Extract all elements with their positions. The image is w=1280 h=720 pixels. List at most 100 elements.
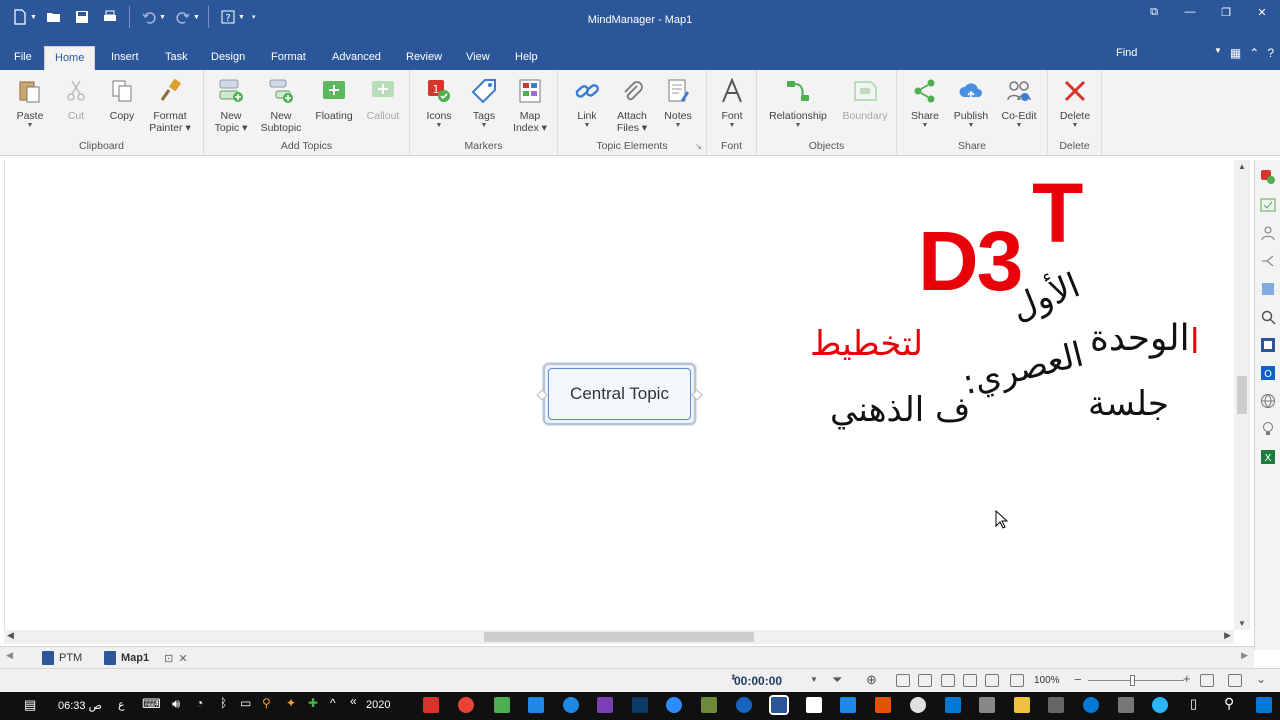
- outlook-icon[interactable]: O: [1259, 364, 1277, 382]
- edge-taskbar-icon[interactable]: [1083, 697, 1099, 713]
- copy-button[interactable]: Copy: [98, 76, 146, 136]
- fit-map-icon[interactable]: [896, 674, 910, 687]
- notifications-icon[interactable]: ▤: [24, 697, 36, 713]
- link-button[interactable]: Link ▼: [563, 76, 611, 136]
- close-tab-icon[interactable]: ✕: [178, 652, 187, 665]
- layout-options-icon[interactable]: ▦: [1230, 46, 1241, 60]
- scroll-up-icon[interactable]: ▲: [1238, 162, 1246, 171]
- mindmanager-taskbar-icon[interactable]: [769, 695, 789, 715]
- library-pane-icon[interactable]: [1259, 280, 1277, 298]
- markers-pane-icon[interactable]: [1259, 168, 1277, 186]
- scroll-left-icon[interactable]: ◀: [7, 630, 14, 641]
- web-globe-icon[interactable]: [1259, 392, 1277, 410]
- help-icon[interactable]: ?: [216, 6, 240, 28]
- new-file-icon[interactable]: [8, 6, 32, 28]
- onenote-taskbar-icon[interactable]: [597, 697, 613, 713]
- app-tray-icon[interactable]: ✦: [286, 696, 296, 710]
- zoom-out-icon[interactable]: −: [1074, 672, 1082, 687]
- attach-files-button[interactable]: Attach Files ▾: [608, 76, 656, 136]
- publish-button[interactable]: Publish ▼: [947, 76, 995, 136]
- map-index-button[interactable]: Map Index ▾: [506, 76, 554, 136]
- outlook-taskbar-icon[interactable]: [945, 697, 961, 713]
- fs-app-taskbar-icon[interactable]: [528, 697, 544, 713]
- outline-view-icon[interactable]: [918, 674, 932, 687]
- keyboard-icon[interactable]: ⌨: [142, 696, 161, 712]
- language-indicator[interactable]: ع: [118, 698, 125, 711]
- chevrons-icon[interactable]: «: [350, 694, 357, 708]
- tabs-scroll-right-icon[interactable]: ▶: [1241, 650, 1248, 661]
- refresh-icon[interactable]: [1228, 674, 1242, 687]
- app-taskbar-icon[interactable]: [806, 697, 822, 713]
- security-tray-icon[interactable]: ✚: [308, 696, 318, 710]
- date-fragment[interactable]: 2020: [366, 699, 390, 711]
- lightbulb-icon[interactable]: [1259, 420, 1277, 438]
- tabs-scroll-left-icon[interactable]: ◀: [6, 650, 13, 661]
- chevron-down-icon[interactable]: ▼: [238, 14, 246, 21]
- app-taskbar-icon[interactable]: [875, 697, 891, 713]
- restore-ribbon-button[interactable]: ⧉: [1136, 0, 1172, 24]
- app-taskbar-icon[interactable]: [840, 697, 856, 713]
- telegram-taskbar-icon[interactable]: [1152, 697, 1168, 713]
- format-painter-button[interactable]: Format Painter ▾: [146, 76, 194, 136]
- maximize-button[interactable]: ❐: [1208, 0, 1244, 24]
- find-search[interactable]: Find: [1116, 47, 1226, 59]
- tab-task[interactable]: Task: [155, 46, 198, 70]
- start-windows-icon[interactable]: [1256, 697, 1272, 713]
- task-pane-icon[interactable]: [1259, 196, 1277, 214]
- tab-view[interactable]: View: [456, 46, 500, 70]
- pin-tab-icon[interactable]: ⊡: [164, 652, 173, 665]
- notes-button[interactable]: Notes ▼: [654, 76, 702, 136]
- relationship-button[interactable]: Relationship ▼: [763, 76, 833, 136]
- redo-icon[interactable]: [171, 6, 195, 28]
- app-taskbar-icon[interactable]: [701, 697, 717, 713]
- icons-button[interactable]: 1 Icons ▼: [415, 76, 463, 136]
- search-tray-icon[interactable]: ⚲: [262, 696, 271, 710]
- overview-pane-icon[interactable]: [1259, 336, 1277, 354]
- presentation-icon[interactable]: [985, 674, 999, 687]
- close-button[interactable]: ✕: [1244, 0, 1280, 24]
- filter-icon[interactable]: ⏷: [832, 672, 842, 688]
- app-taskbar-icon[interactable]: [1048, 697, 1064, 713]
- zoom-taskbar-icon[interactable]: [666, 697, 682, 713]
- arabic-text-takhtit[interactable]: لتخطيط: [810, 324, 923, 364]
- file-explorer-taskbar-icon[interactable]: [1014, 697, 1030, 713]
- scroll-down-icon[interactable]: ▼: [1238, 619, 1246, 628]
- bluetooth-icon[interactable]: ᛒ: [220, 696, 227, 710]
- system-clock[interactable]: 06:33 ص: [58, 699, 102, 712]
- balance-map-icon[interactable]: ⊕: [866, 672, 877, 688]
- doc-tab-ptm[interactable]: PTM: [42, 649, 82, 667]
- show-hidden-icons[interactable]: ^: [330, 696, 336, 710]
- app-taskbar-icon[interactable]: [1118, 697, 1134, 713]
- tab-design[interactable]: Design: [201, 46, 255, 70]
- tab-help[interactable]: Help: [505, 46, 548, 70]
- print-icon[interactable]: [98, 6, 122, 28]
- app-taskbar-icon[interactable]: [979, 697, 995, 713]
- floating-topic-button[interactable]: Floating: [309, 76, 359, 136]
- paste-button[interactable]: Paste ▼: [6, 76, 54, 136]
- co-edit-button[interactable]: Co-Edit ▼: [995, 76, 1043, 136]
- arabic-text-alif[interactable]: ا: [1190, 322, 1199, 362]
- vertical-scroll-thumb[interactable]: [1237, 376, 1247, 414]
- battery-icon[interactable]: ▭: [240, 696, 251, 710]
- vertical-scrollbar[interactable]: ▲ ▼: [1234, 160, 1250, 630]
- arabic-text-dhihni[interactable]: ف الذهني: [830, 390, 970, 430]
- tab-home[interactable]: Home: [44, 46, 96, 70]
- doc-tab-map1[interactable]: Map1 ⊡ ✕: [104, 649, 188, 667]
- photoshop-taskbar-icon[interactable]: [632, 697, 648, 713]
- list-view-icon[interactable]: [1010, 674, 1024, 687]
- wifi-icon[interactable]: ◔: [196, 696, 203, 710]
- fit-page-icon[interactable]: [1200, 674, 1214, 687]
- zoom-slider[interactable]: [1088, 675, 1184, 686]
- app-taskbar-icon[interactable]: [423, 697, 439, 713]
- timer-display[interactable]: 00:00:00: [734, 674, 782, 688]
- minimize-button[interactable]: —: [1172, 0, 1208, 24]
- collapse-ribbon-icon[interactable]: ⌃: [1249, 46, 1259, 60]
- font-button[interactable]: Font ▼: [708, 76, 756, 136]
- horizontal-scrollbar[interactable]: ◀ ▶: [4, 630, 1234, 644]
- zoom-level[interactable]: 100%: [1034, 675, 1060, 686]
- excel-icon[interactable]: X: [1259, 448, 1277, 466]
- help-icon[interactable]: ?: [1267, 46, 1274, 60]
- chevron-down-icon[interactable]: ▼: [810, 675, 818, 684]
- central-topic[interactable]: Central Topic: [536, 363, 703, 425]
- task-view-icon[interactable]: ▯: [1190, 696, 1197, 712]
